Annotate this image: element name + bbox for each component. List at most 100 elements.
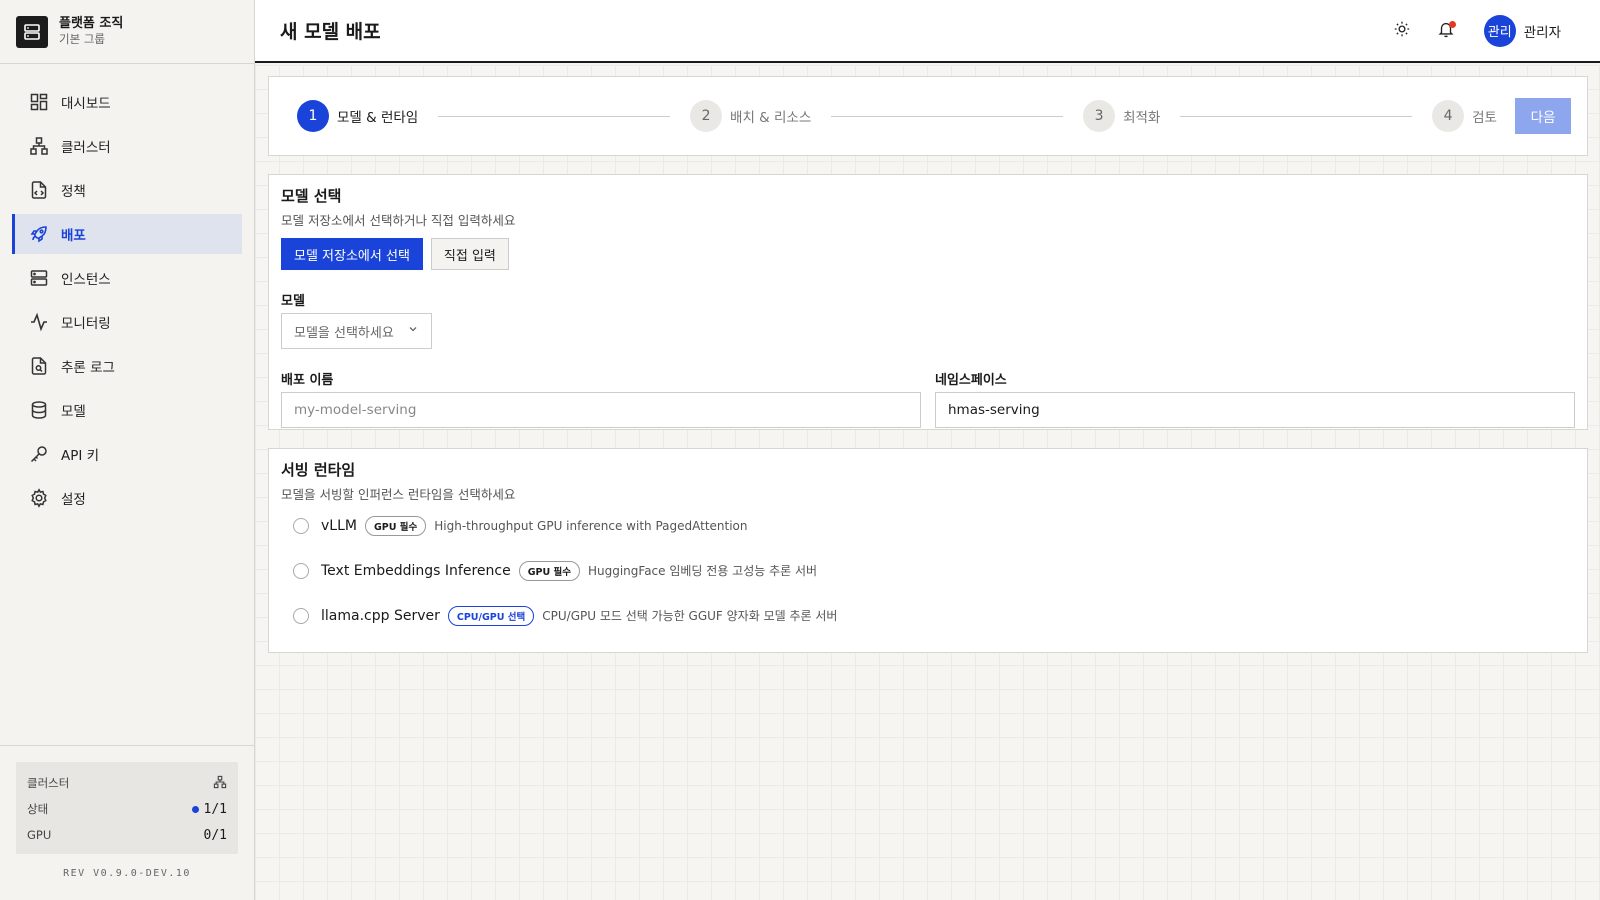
sidebar-item-dashboard[interactable]: 대시보드 [12,82,242,122]
avatar[interactable]: 관리 [1483,14,1516,47]
requirement-badge: GPU 필수 [518,560,580,581]
org-name: 플랫폼 조직 [59,16,124,31]
tab-model-repository[interactable]: 모델 저장소에서 선택 [281,238,423,270]
model-source-tabs: 모델 저장소에서 선택 직접 입력 [281,238,1575,270]
runtime-name: Text Embeddings Inference [321,562,511,579]
runtime-name: vLLM [321,517,357,534]
sidebar-item-label: 인스턴스 [61,272,111,288]
status-value: 1/1 [203,801,227,817]
runtime-option-tei[interactable]: Text Embeddings Inference GPU 필수 Hugging… [281,548,1575,593]
sidebar-item-label: API 키 [61,448,100,464]
runtime-description: High-throughput GPU inference with Paged… [434,518,748,533]
deploy-stepper: 1 모델 & 런타임 2 배치 & 리소스 3 최적화 4 검토 다음 [268,76,1588,156]
revision-text: REV V0.9.0-DEV.10 [63,868,191,879]
radio-button[interactable] [293,517,309,534]
theme-toggle-button[interactable] [1380,11,1424,51]
org-group: 기본 그룹 [59,32,105,46]
sidebar-item-label: 모니터링 [61,316,111,332]
step-label: 검토 [1472,110,1497,126]
sidebar-item-label: 추론 로그 [61,360,115,376]
sidebar: 플랫폼 조직 기본 그룹 대시보드 클러스터 정책 배포 인스턴스 모니터링 추… [0,0,255,900]
org-logo-icon [16,15,48,48]
cluster-icon [29,136,49,156]
section-description: 모델을 서빙할 인퍼런스 런타임을 선택하세요 [281,487,516,502]
grid-icon [29,92,49,112]
step-number: 3 [1083,100,1116,132]
section-description: 모델 저장소에서 선택하거나 직접 입력하세요 [281,213,516,228]
step-connector [1180,115,1413,117]
notifications-button[interactable] [1424,11,1468,51]
sidebar-item-api-keys[interactable]: API 키 [12,434,242,474]
sidebar-item-label: 배포 [61,228,86,244]
main-content: 1 모델 & 런타임 2 배치 & 리소스 3 최적화 4 검토 다음 모델 선… [255,65,1600,900]
status-dot-icon [191,805,199,813]
server-icon [29,268,49,288]
database-icon [29,400,49,420]
gpu-value: 0/1 [203,827,227,843]
step-connector [438,115,671,117]
step-number: 4 [1432,100,1465,132]
model-selection-card: 모델 선택 모델 저장소에서 선택하거나 직접 입력하세요 모델 저장소에서 선… [268,174,1588,430]
sidebar-item-instances[interactable]: 인스턴스 [12,258,242,298]
step-label: 배치 & 리소스 [730,110,812,126]
section-title: 서빙 런타임 [281,461,356,479]
requirement-badge: CPU/GPU 선택 [447,605,535,626]
deploy-name-input[interactable]: my-model-serving [281,392,921,428]
cluster-icon[interactable] [213,775,227,792]
sun-icon [1393,20,1411,42]
sidebar-item-deploy[interactable]: 배포 [12,214,242,254]
next-button[interactable]: 다음 [1514,98,1571,134]
cluster-status-panel: 클러스터 상태 1/1 GPU 0/1 [16,762,238,854]
radio-button[interactable] [293,562,309,579]
rocket-icon [29,224,49,244]
sidebar-item-inference-logs[interactable]: 추론 로그 [12,346,242,386]
chevron-down-icon [407,323,419,339]
runtime-description: HuggingFace 임베딩 전용 고성능 추론 서버 [587,564,818,578]
status-label: 상태 [27,802,49,816]
requirement-badge: GPU 필수 [364,515,427,536]
section-title: 모델 선택 [281,187,342,205]
sidebar-item-cluster[interactable]: 클러스터 [12,126,242,166]
policy-icon [29,180,49,200]
key-icon [29,444,49,464]
runtime-option-llamacpp[interactable]: llama.cpp Server CPU/GPU 선택 CPU/GPU 모드 선… [281,593,1575,638]
org-switcher[interactable]: 플랫폼 조직 기본 그룹 [0,0,254,64]
sidebar-item-monitoring[interactable]: 모니터링 [12,302,242,342]
step-label: 최적화 [1123,110,1161,126]
sidebar-item-models[interactable]: 모델 [12,390,242,430]
serving-runtime-card: 서빙 런타임 모델을 서빙할 인퍼런스 런타임을 선택하세요 vLLM GPU … [268,448,1588,653]
page-title: 새 모델 배포 [280,21,381,43]
gpu-label: GPU [27,828,52,842]
model-select[interactable]: 모델을 선택하세요 [281,313,432,349]
step-optimization[interactable]: 3 최적화 [1083,100,1160,132]
sidebar-nav: 대시보드 클러스터 정책 배포 인스턴스 모니터링 추론 로그 모델 API 키… [0,64,254,518]
radio-button[interactable] [293,607,309,624]
step-label: 모델 & 런타임 [337,110,419,126]
log-icon [29,356,49,376]
cluster-box-title: 클러스터 [27,776,70,790]
model-label: 모델 [281,294,305,309]
runtime-description: CPU/GPU 모드 선택 가능한 GGUF 양자화 모델 추론 서버 [542,609,838,623]
step-placement-resources[interactable]: 2 배치 & 리소스 [690,100,811,132]
sidebar-item-policy[interactable]: 정책 [12,170,242,210]
user-name[interactable]: 관리자 [1524,21,1561,41]
top-header: 새 모델 배포 관리 관리자 [255,0,1600,63]
sidebar-item-label: 설정 [61,492,86,508]
namespace-input[interactable]: hmas-serving [935,392,1575,428]
step-review[interactable]: 4 검토 [1432,100,1497,132]
tab-manual-input[interactable]: 직접 입력 [430,238,509,270]
sidebar-item-label: 대시보드 [61,96,111,112]
sidebar-item-label: 정책 [61,184,86,200]
notification-badge [1448,20,1456,28]
step-number: 1 [297,100,329,132]
sidebar-item-label: 클러스터 [61,140,111,156]
namespace-label: 네임스페이스 [935,373,1007,388]
step-model-runtime[interactable]: 1 모델 & 런타임 [297,100,418,132]
runtime-option-vllm[interactable]: vLLM GPU 필수 High-throughput GPU inferenc… [281,503,1575,548]
step-number: 2 [690,100,723,132]
step-connector [831,115,1064,117]
deploy-name-label: 배포 이름 [281,373,334,388]
sidebar-item-settings[interactable]: 설정 [12,478,242,518]
gear-icon [29,488,49,508]
activity-icon [29,312,49,332]
